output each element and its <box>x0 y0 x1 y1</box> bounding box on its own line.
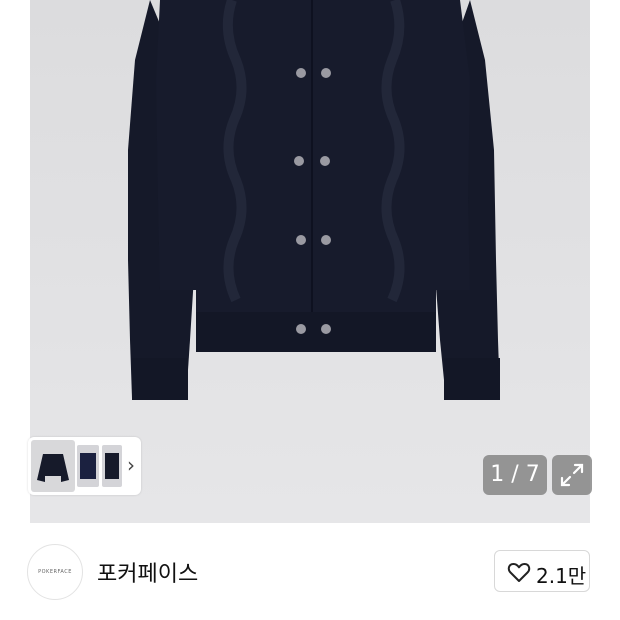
logo-text: POKERFACE <box>38 569 72 575</box>
thumbnail-2[interactable] <box>77 445 99 487</box>
thumbnail-3[interactable] <box>102 445 122 487</box>
expand-icon <box>560 463 584 487</box>
brand-name[interactable]: 포커페이스 <box>97 556 198 588</box>
image-counter: 1 / 7 <box>483 455 547 495</box>
chevron-right-icon[interactable]: › <box>127 453 135 477</box>
thumbnail-1[interactable] <box>31 440 75 492</box>
thumbnail-strip[interactable]: › <box>28 437 141 495</box>
heart-icon <box>507 563 531 582</box>
brand-logo[interactable]: POKERFACE <box>27 544 83 600</box>
like-count: 2.1만 <box>536 564 587 588</box>
expand-button[interactable] <box>552 455 592 495</box>
like-button[interactable]: 2.1만 <box>494 550 590 592</box>
